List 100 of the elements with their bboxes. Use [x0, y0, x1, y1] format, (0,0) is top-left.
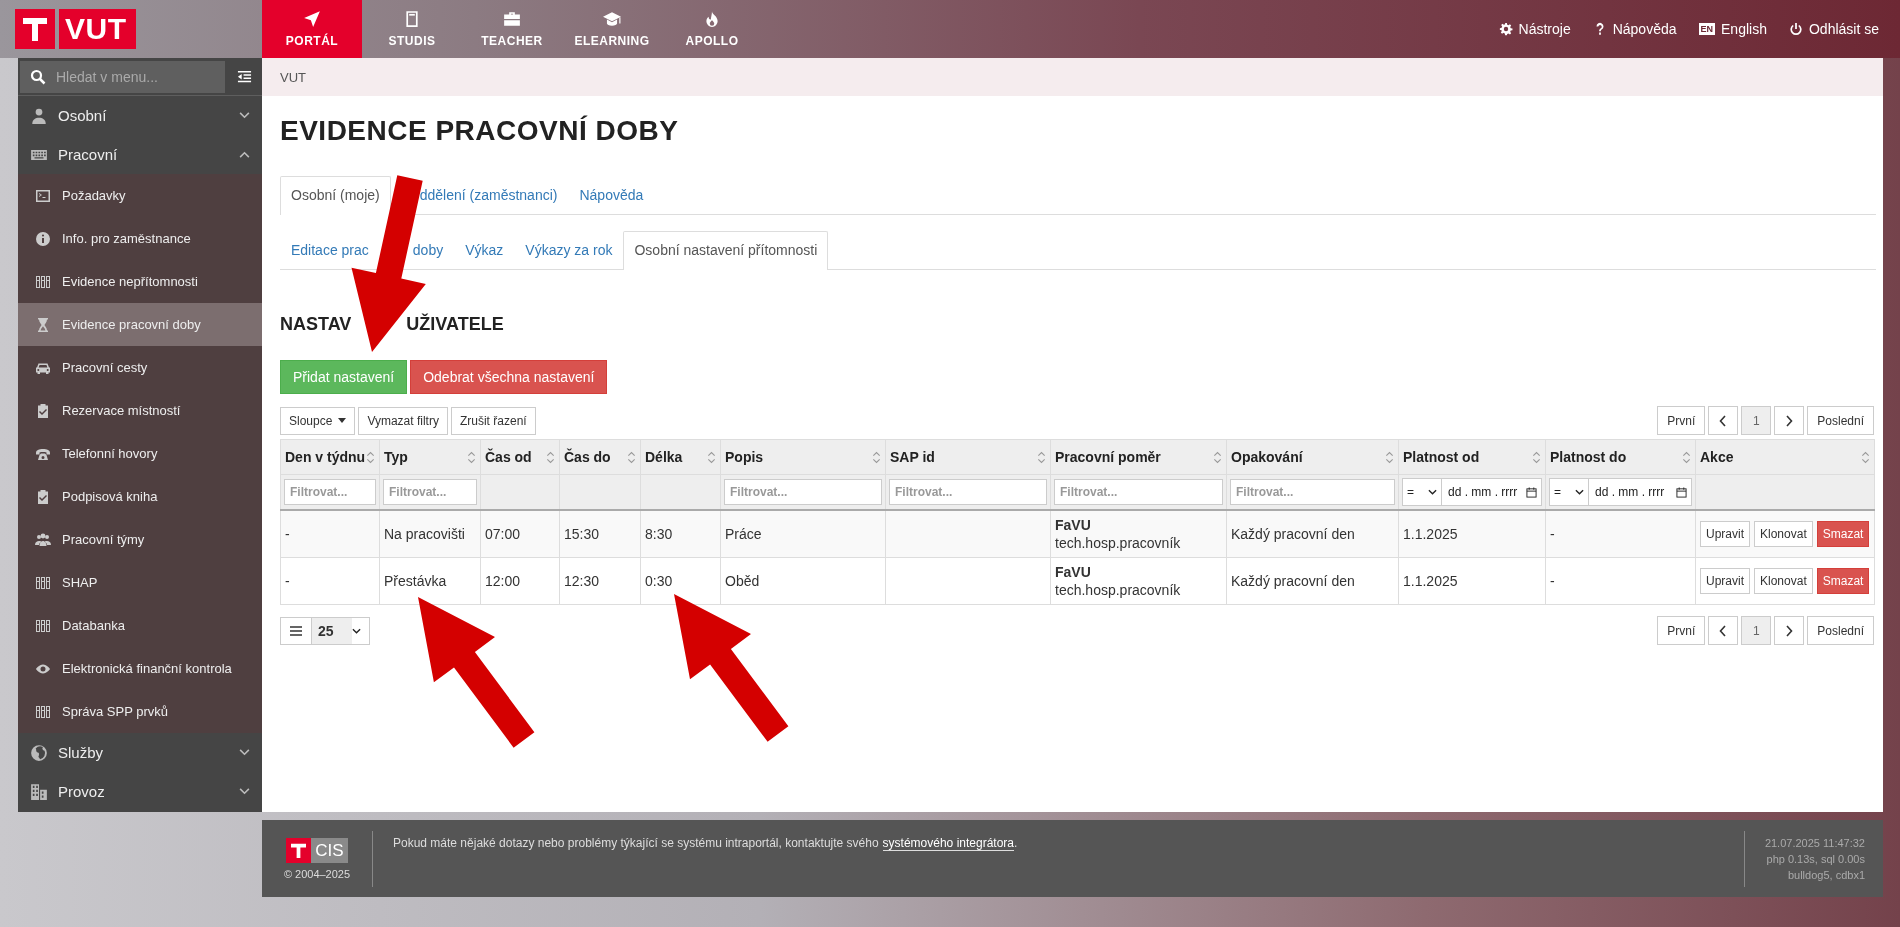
page-button[interactable]: 1	[1741, 406, 1772, 435]
caret-icon	[338, 418, 347, 423]
chevron-left-icon	[1719, 624, 1728, 637]
last-page-button[interactable]: Poslední	[1807, 406, 1874, 435]
tab[interactable]: Osobní nastavení přítomnosti	[623, 231, 829, 270]
first-page-button[interactable]: První	[1657, 616, 1706, 645]
tab[interactable]: ddělení (zaměstnanci)	[390, 176, 569, 215]
logo-mark-icon[interactable]	[15, 9, 55, 49]
remove-all-button[interactable]: Odebrat všechna nastavení	[410, 360, 608, 394]
last-page-button[interactable]: Poslední	[1807, 616, 1874, 645]
next-page-button[interactable]	[1774, 406, 1805, 435]
filter-field[interactable]: Filtrovat...	[1054, 479, 1223, 505]
first-page-button[interactable]: První	[1657, 406, 1706, 435]
column-header[interactable]: Popis	[720, 439, 886, 475]
collapse-menu-icon[interactable]	[236, 69, 253, 84]
menu-item[interactable]: SHAP	[18, 561, 262, 604]
flame-icon	[703, 10, 721, 28]
binders-icon	[35, 273, 51, 290]
server-info-text: 21.07.2025 11:47:32	[1764, 835, 1865, 851]
menu-section[interactable]: Služby	[18, 733, 262, 772]
column-header[interactable]: Pracovní poměr	[1050, 439, 1227, 475]
menu-search-field[interactable]: Hledat v menu...	[20, 60, 225, 93]
top-link[interactable]: Nástroje	[1498, 21, 1571, 37]
integrator-link[interactable]: systémového integrátora	[882, 836, 1014, 851]
table-cell: Každý pracovní den	[1226, 510, 1399, 558]
menu-item[interactable]: Info. pro zaměstnance	[18, 217, 262, 260]
top-link[interactable]: Nápověda	[1592, 21, 1677, 37]
menu-item[interactable]: Telefonní hovory	[18, 432, 262, 475]
menu-section[interactable]: Osobní	[18, 96, 262, 135]
menu-section[interactable]: Pracovní	[18, 135, 262, 174]
column-header[interactable]: Platnost do	[1545, 439, 1696, 475]
row-action-button[interactable]: Klonovat	[1754, 521, 1813, 547]
table-cell: 1.1.2025	[1398, 510, 1546, 558]
page-size-select[interactable]: 25	[280, 616, 370, 645]
toolbar-button[interactable]: Sloupce	[280, 406, 356, 435]
toolbar-button[interactable]: Zrušit řazení	[450, 406, 536, 435]
menu-item[interactable]: Podpisová kniha	[18, 475, 262, 518]
sort-icon	[1385, 450, 1394, 464]
column-header[interactable]: Akce	[1695, 439, 1875, 475]
filter-field[interactable]: Filtrovat...	[1230, 479, 1395, 505]
column-header[interactable]: Opakování	[1226, 439, 1399, 475]
menu-item[interactable]: Evidence nepřítomnosti	[18, 260, 262, 303]
table-cell: -	[280, 510, 380, 558]
graduation-cap-icon	[603, 10, 621, 28]
tab[interactable]: Nápověda	[568, 176, 655, 215]
tab[interactable]: Výkaz	[454, 231, 515, 270]
column-header[interactable]: Den v týdnu	[280, 439, 380, 475]
search-icon	[30, 68, 46, 85]
page-button[interactable]: 1	[1741, 616, 1772, 645]
tab[interactable]: Osobní (moje)	[280, 176, 391, 215]
top-nav-tab[interactable]: ELEARNING	[562, 0, 662, 58]
row-action-button[interactable]: Klonovat	[1754, 568, 1813, 594]
column-header[interactable]: Typ	[379, 439, 481, 475]
delete-button[interactable]: Smazat	[1816, 568, 1870, 594]
column-header[interactable]: Platnost od	[1398, 439, 1546, 475]
menu-item[interactable]: Elektronická finanční kontrola	[18, 647, 262, 690]
column-header[interactable]: Délka	[640, 439, 721, 475]
table-cell: 12:30	[559, 557, 641, 605]
sort-icon	[366, 450, 375, 464]
menu-item[interactable]: Rezervace místností	[18, 389, 262, 432]
logo-text[interactable]: VUT	[59, 9, 136, 49]
row-action-button[interactable]: Upravit	[1700, 568, 1750, 594]
menu-item[interactable]: Pracovní cesty	[18, 346, 262, 389]
previous-page-button[interactable]	[1708, 616, 1739, 645]
menu-item[interactable]: Databanka	[18, 604, 262, 647]
top-nav-tab[interactable]: APOLLO	[662, 0, 762, 58]
tab[interactable]: Editace prac doby	[280, 231, 455, 270]
top-nav-tab[interactable]: PORTÁL	[262, 0, 362, 58]
previous-page-button[interactable]	[1708, 406, 1739, 435]
top-nav-tab[interactable]: TEACHER	[462, 0, 562, 58]
top-link[interactable]: EN English	[1698, 21, 1767, 37]
sort-icon	[1532, 450, 1541, 464]
filter-field[interactable]: Filtrovat...	[284, 479, 376, 505]
top-nav-tab[interactable]: STUDIS	[362, 0, 462, 58]
menu-section[interactable]: Provoz	[18, 772, 262, 811]
column-header[interactable]: Čas od	[480, 439, 560, 475]
filter-field[interactable]: Filtrovat...	[889, 479, 1047, 505]
menu-item[interactable]: Správa SPP prvků	[18, 690, 262, 733]
filter-field[interactable]: Filtrovat...	[724, 479, 882, 505]
column-header[interactable]: SAP id	[885, 439, 1051, 475]
next-page-button[interactable]	[1774, 616, 1805, 645]
filter-field[interactable]: Filtrovat...	[383, 479, 477, 505]
toolbar-button[interactable]: Vymazat filtry	[358, 406, 448, 435]
menu-item[interactable]: Požadavky	[18, 174, 262, 217]
navigation-arrow-icon	[303, 10, 321, 28]
page-title: EVIDENCE PRACOVNÍ DOBY	[280, 114, 680, 148]
server-info-text: bulldog5, cdbx1	[1787, 867, 1865, 883]
binders-icon	[35, 703, 51, 720]
sort-icon	[1682, 450, 1691, 464]
column-header[interactable]: Čas do	[559, 439, 641, 475]
row-action-button[interactable]: Upravit	[1700, 521, 1750, 547]
power-icon	[1788, 22, 1803, 36]
chevron-down-icon	[239, 749, 250, 756]
table-cell: -	[1545, 510, 1696, 558]
breadcrumb-link[interactable]: VUT	[280, 69, 306, 85]
menu-item[interactable]: Pracovní týmy	[18, 518, 262, 561]
top-link[interactable]: Odhlásit se	[1788, 21, 1879, 37]
tab[interactable]: Výkazy za rok	[514, 231, 624, 270]
menu-item[interactable]: Evidence pracovní doby	[18, 303, 262, 346]
delete-button[interactable]: Smazat	[1816, 521, 1870, 547]
